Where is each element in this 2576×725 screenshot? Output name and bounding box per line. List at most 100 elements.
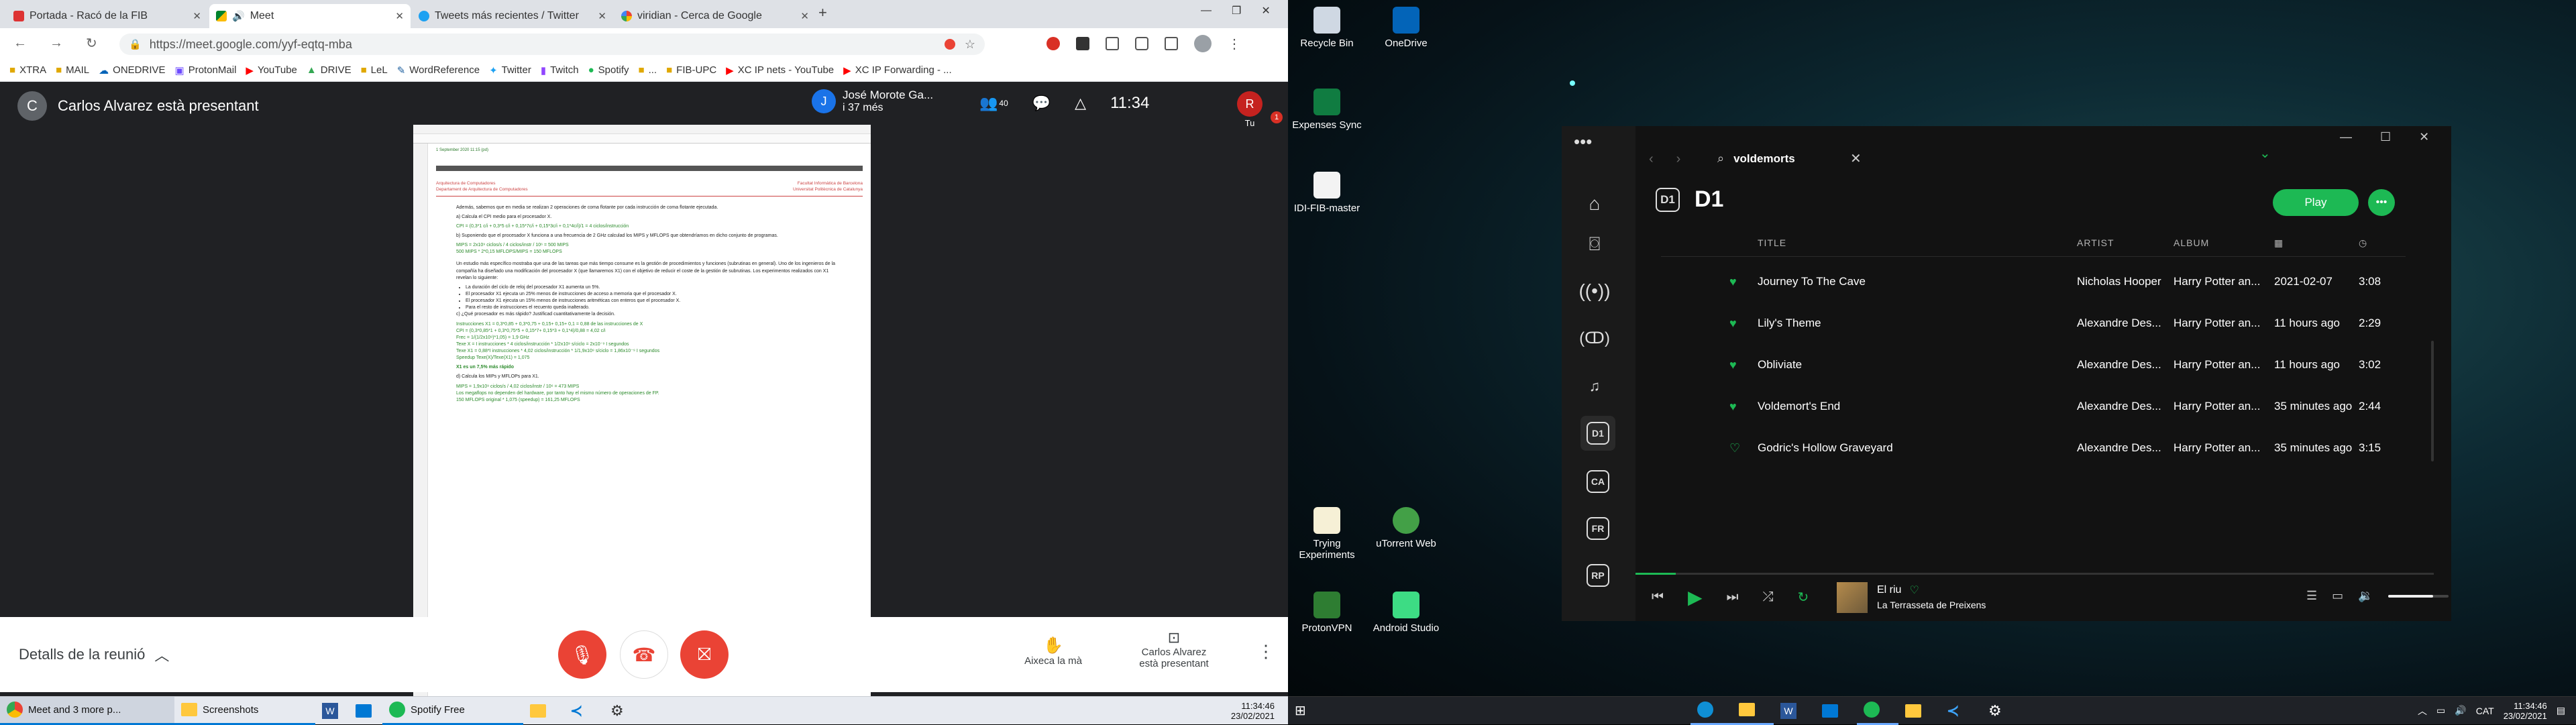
lock-icon[interactable]: 🔒 <box>129 38 142 50</box>
bookmark-folder[interactable]: ■ XTRA <box>9 64 46 76</box>
desktop-icon-utorrent[interactable]: uTorrent Web <box>1366 507 1446 549</box>
leave-call-button[interactable]: ☎ <box>620 630 668 679</box>
minimize-window-button[interactable]: — <box>1201 5 1212 17</box>
forward-icon[interactable]: → <box>50 36 63 51</box>
address-bar[interactable]: 🔒 https://meet.google.com/yyf-eqtq-mba ☆ <box>119 34 985 55</box>
new-tab-button[interactable]: + <box>818 4 827 21</box>
bookmark-link[interactable]: ✎ WordReference <box>397 64 480 76</box>
sidebar-playlist-fr[interactable]: FR <box>1580 511 1615 546</box>
close-window-button[interactable]: ✕ <box>2419 130 2429 144</box>
desktop-icon-idi[interactable]: IDI-FIB-master <box>1287 172 1367 214</box>
previous-icon[interactable]: ⏮ <box>1652 590 1664 605</box>
close-tab-icon[interactable]: ✕ <box>598 10 606 22</box>
desktop-icon-expenses[interactable]: Expenses Sync <box>1287 89 1367 131</box>
desktop-icon-android-studio[interactable]: Android Studio <box>1366 592 1446 634</box>
close-tab-icon[interactable]: ✕ <box>800 10 809 22</box>
bookmark-folder[interactable]: ■ FIB-UPC <box>666 64 716 76</box>
bookmark-folder[interactable]: ■ MAIL <box>56 64 89 76</box>
language-indicator[interactable]: CAT <box>2476 706 2494 716</box>
bookmark-link[interactable]: ▶ YouTube <box>246 64 297 76</box>
present-now-button[interactable]: ⊡ Carlos Alvarez està presentant <box>1127 629 1221 669</box>
close-tab-icon[interactable]: ✕ <box>395 10 404 22</box>
self-avatar[interactable]: R <box>1237 91 1263 117</box>
restore-window-button[interactable]: ❐ <box>1232 4 1241 17</box>
network-icon[interactable]: ▭ <box>2436 705 2445 716</box>
bookmark-link[interactable]: ▣ ProtonMail <box>175 64 237 76</box>
album-art[interactable] <box>1837 582 1868 613</box>
taskbar-item-explorer[interactable] <box>1732 697 1774 725</box>
devices-icon[interactable]: ▭ <box>2332 589 2343 603</box>
shuffle-icon[interactable]: ⤮ <box>1763 590 1774 605</box>
reload-icon[interactable]: ↻ <box>86 35 97 52</box>
star-icon[interactable]: ☆ <box>965 38 975 52</box>
queue-icon[interactable]: ☰ <box>2306 589 2317 603</box>
album-column-header[interactable]: ALBUM <box>2174 237 2209 248</box>
more-menu-icon[interactable]: ••• <box>1574 131 1592 152</box>
next-icon[interactable]: ⏭ <box>1727 590 1739 605</box>
extension-icon[interactable] <box>1106 37 1119 50</box>
taskbar-item-vscode[interactable]: ≺ <box>564 697 604 725</box>
desktop-icon-protonvpn[interactable]: ProtonVPN <box>1287 592 1367 634</box>
track-row[interactable]: ♥ Lily's Theme Alexandre Des... Harry Potte… <box>1562 303 2434 345</box>
desktop-icon-recycle-bin[interactable]: Recycle Bin <box>1287 7 1367 49</box>
taskbar-item-app[interactable] <box>349 697 382 725</box>
duration-icon[interactable]: ◷ <box>2359 237 2367 249</box>
title-column-header[interactable]: TITLE <box>1758 237 1786 248</box>
track-row[interactable]: ♥ Journey To The Cave Nicholas Hooper Harry… <box>1562 262 2434 303</box>
bookmark-folder[interactable]: ■... <box>639 64 657 76</box>
date-added-icon[interactable]: ▦ <box>2274 237 2284 249</box>
minimize-window-button[interactable]: — <box>2340 130 2352 144</box>
browser-tab[interactable]: viridian - Cerca de Google ✕ <box>614 4 816 28</box>
heart-icon[interactable]: ♥ <box>1729 317 1737 331</box>
scrollbar[interactable] <box>2431 341 2434 461</box>
volume-slider[interactable] <box>2387 594 2449 598</box>
heart-icon[interactable]: ♡ <box>1909 583 1919 597</box>
heart-icon[interactable]: ♥ <box>1729 358 1737 372</box>
bookmark-link[interactable]: ☁ ONEDRIVE <box>99 64 165 76</box>
bookmark-link[interactable]: ▮ Twitch <box>541 64 579 76</box>
maximize-window-button[interactable]: ☐ <box>2380 130 2391 144</box>
more-options-icon[interactable]: ⋮ <box>1257 641 1275 662</box>
taskbar-item-settings[interactable]: ⚙ <box>1982 697 2023 725</box>
profile-avatar[interactable] <box>1194 35 1212 52</box>
desktop-icon-trying[interactable]: Trying Experiments <box>1287 507 1367 561</box>
taskbar-item-chrome[interactable]: Meet and 3 more p... <box>0 696 174 725</box>
activities-icon[interactable]: △ <box>1075 95 1086 112</box>
extension-red-icon[interactable] <box>1046 37 1060 50</box>
more-menu-icon[interactable]: ⋮ <box>1228 36 1241 52</box>
search-bar[interactable]: ⌕ voldemorts <box>1717 152 1795 166</box>
now-playing-title[interactable]: El riu <box>1877 584 1901 596</box>
participants-button[interactable]: 👥 40 <box>979 95 1008 112</box>
speaker-icon[interactable]: 🔊 <box>232 10 245 22</box>
notifications-icon[interactable]: ▤ <box>2557 705 2565 716</box>
raise-hand-button[interactable]: ✋ Aixeca la mà <box>1013 636 1093 667</box>
desktop-icon-onedrive[interactable]: OneDrive <box>1366 7 1446 49</box>
bookmark-link[interactable]: ▶ XC IP nets - YouTube <box>726 64 834 76</box>
bookmark-link[interactable]: ▶ XC IP Forwarding - ... <box>843 64 951 76</box>
taskbar-clock[interactable]: 11:34:46 23/02/2021 <box>2504 701 2547 721</box>
play-button[interactable]: Play <box>2273 189 2359 216</box>
bookmark-link[interactable]: ✦ Twitter <box>489 64 531 76</box>
taskbar-item-word[interactable]: W <box>315 697 349 725</box>
taskbar-item-word[interactable]: W <box>1774 697 1815 725</box>
camera-off-button[interactable]: ⛝ <box>680 630 729 679</box>
heart-icon[interactable]: ♡ <box>1729 441 1740 455</box>
taskbar-clock[interactable]: 11:34:46 23/02/2021 <box>1231 701 1275 721</box>
browser-tab[interactable]: Tweets más recientes / Twitter ✕ <box>412 4 613 28</box>
back-icon[interactable]: ‹ <box>1649 152 1654 167</box>
track-row[interactable]: ♡ Godric's Hollow Graveyard Alexandre Des.… <box>1562 428 2434 469</box>
taskbar-item-vscode[interactable]: ≺ <box>1940 697 1982 725</box>
clear-search-icon[interactable]: ✕ <box>1850 150 1862 167</box>
progress-track[interactable] <box>1635 573 2434 575</box>
chevron-down-icon[interactable]: ⌄ <box>2259 145 2271 162</box>
browser-tab[interactable]: Portada - Racó de la FIB ✕ <box>7 4 208 28</box>
artist-column-header[interactable]: ARTIST <box>2077 237 2114 248</box>
recording-icon[interactable] <box>944 39 955 50</box>
taskbar-item-files[interactable] <box>1898 697 1940 725</box>
close-window-button[interactable]: ✕ <box>1261 4 1270 17</box>
volume-icon[interactable]: 🔉 <box>2358 589 2373 603</box>
meeting-details-button[interactable]: Detalls de la reunió ︿ <box>19 644 169 665</box>
heart-icon[interactable]: ♥ <box>1729 275 1737 289</box>
repeat-icon[interactable]: ↻ <box>1798 589 1809 606</box>
taskbar-item-spotify[interactable]: Spotify Free <box>382 697 523 725</box>
